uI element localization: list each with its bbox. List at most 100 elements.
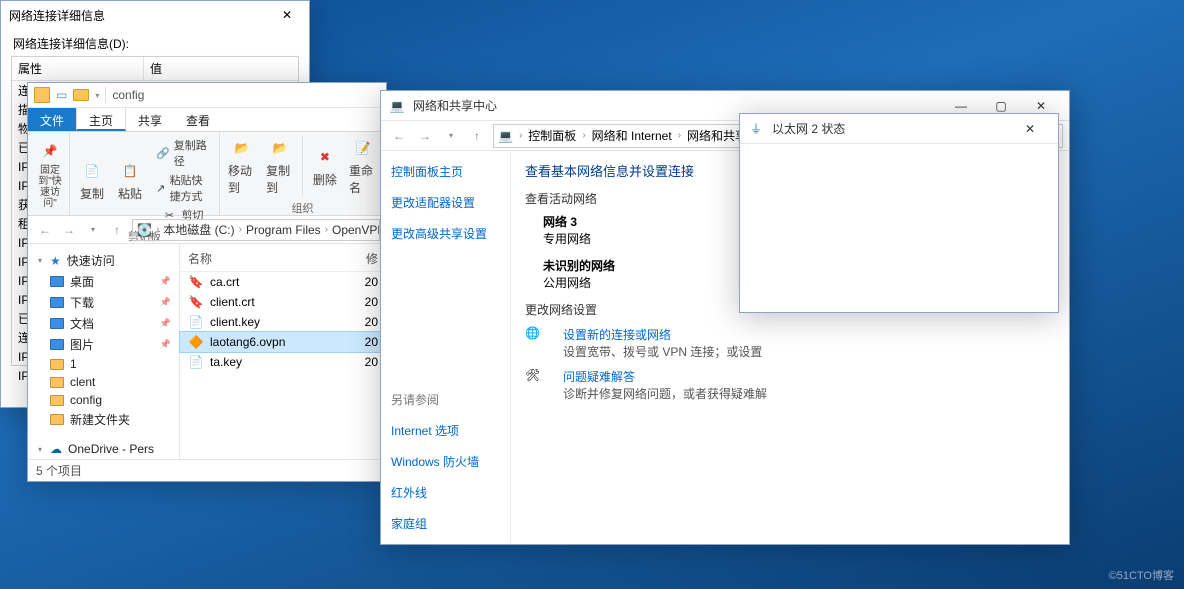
drive-icon: 💽 [137, 223, 152, 237]
task-new-connection[interactable]: 🌐 设置新的连接或网络设置宽带、拨号或 VPN 连接；或设置 [525, 326, 1055, 360]
folder-icon [50, 339, 64, 350]
qat-dropdown[interactable]: ▾ [95, 91, 99, 100]
network-icon: 💻 [389, 98, 405, 114]
folder-icon [50, 297, 64, 308]
folder-icon [50, 395, 64, 406]
breadcrumb[interactable]: 💽 › 本地磁盘 (C:)› Program Files› OpenVPN› c… [132, 219, 380, 241]
details-titlebar: 网络连接详细信息 ✕ [1, 1, 309, 29]
file-icon: 📄 [188, 354, 204, 370]
link-cp-home[interactable]: 控制面板主页 [391, 163, 500, 180]
rename-icon: 📝 [351, 136, 375, 160]
file-row[interactable]: 🔖client.crt20 [180, 292, 386, 312]
watermark: ©51CTO博客 [1109, 567, 1174, 583]
ribbon-tabs: 文件 主页 共享 查看 [28, 108, 386, 132]
nav-onedrive[interactable]: ☁OneDrive - Pers [32, 440, 175, 458]
see-also-label: 另请参阅 [391, 391, 500, 408]
pin-quick-access-button[interactable]: 📌固定到"快 速访问" [32, 134, 68, 213]
paste-icon: 📋 [118, 159, 142, 183]
tab-home[interactable]: 主页 [76, 108, 126, 131]
link-internet-options[interactable]: Internet 选项 [391, 422, 500, 439]
rename-button[interactable]: 📝重命名 [345, 134, 381, 198]
folder-icon [50, 318, 64, 329]
troubleshoot-icon: 🛠 [525, 368, 553, 396]
nav-back-button[interactable]: ← [387, 124, 411, 148]
nav-quick-access[interactable]: ★快速访问 [32, 250, 175, 271]
delete-button[interactable]: ✖删除 [307, 134, 343, 198]
link-homegroup[interactable]: 家庭组 [391, 515, 500, 532]
copyto-button[interactable]: 📂复制到 [262, 134, 298, 198]
copy-path-button[interactable]: 🔗复制路径 [152, 136, 213, 170]
close-button[interactable]: ✕ [1010, 115, 1050, 143]
link-icon: 🔗 [156, 145, 170, 161]
tab-share[interactable]: 共享 [126, 108, 174, 131]
file-icon: 🔖 [188, 274, 204, 290]
pin-icon: 📌 [38, 139, 62, 163]
file-list: 名称修 🔖ca.crt20🔖client.crt20📄client.key20🔶… [180, 244, 386, 459]
folder-icon [34, 87, 50, 103]
status-bar: 5 个项目 [28, 459, 386, 481]
group-organize-label: 组织 [224, 198, 381, 218]
folder-icon [50, 276, 64, 287]
tab-view[interactable]: 查看 [174, 108, 222, 131]
link-adv-sharing[interactable]: 更改高级共享设置 [391, 225, 500, 242]
explorer-window: ▭ ▾ config 文件 主页 共享 查看 📌固定到"快 速访问" 📄复制 📋… [27, 82, 387, 482]
sidebar-item-config[interactable]: config [32, 391, 175, 409]
star-icon: ★ [50, 254, 61, 268]
nav-recent-button[interactable]: ▾ [82, 219, 104, 241]
window-title: config [112, 88, 144, 102]
quick-access-toolbar: ▭ ▾ [56, 88, 99, 102]
link-infrared[interactable]: 红外线 [391, 484, 500, 501]
ethernet-status-window: ⏚ 以太网 2 状态 ✕ [739, 113, 1059, 313]
link-adapter-settings[interactable]: 更改适配器设置 [391, 194, 500, 211]
nav-up-button[interactable]: ↑ [465, 124, 489, 148]
copyto-icon: 📂 [268, 136, 292, 160]
qat-props-icon[interactable]: ▭ [56, 88, 67, 102]
link-firewall[interactable]: Windows 防火墙 [391, 453, 500, 470]
task-troubleshoot[interactable]: 🛠 问题疑难解答诊断并修复网络问题，或者获得疑难解 [525, 368, 1055, 402]
globe-plus-icon: 🌐 [525, 326, 553, 354]
file-icon: 🔖 [188, 294, 204, 310]
nav-back-button[interactable]: ← [34, 219, 56, 241]
file-row[interactable]: 🔖ca.crt20 [180, 272, 386, 292]
delete-icon: ✖ [313, 145, 337, 169]
shortcut-icon: ↗ [156, 180, 166, 196]
nav-recent-button[interactable]: ▾ [439, 124, 463, 148]
sidebar-item-桌面[interactable]: 桌面 [32, 271, 175, 292]
tab-file[interactable]: 文件 [28, 108, 76, 131]
network-icon: 💻 [498, 129, 513, 143]
col-modified[interactable]: 修 [366, 250, 378, 267]
folder-icon [50, 414, 64, 425]
folder-icon [50, 359, 64, 370]
address-bar: ← → ▾ ↑ 💽 › 本地磁盘 (C:)› Program Files› Op… [28, 216, 386, 244]
nav-pane: ★快速访问 桌面下载文档图片1clentconfig新建文件夹 ☁OneDriv… [28, 244, 180, 459]
qat-new-icon[interactable] [73, 89, 89, 101]
sidebar-item-文档[interactable]: 文档 [32, 313, 175, 334]
moveto-icon: 📂 [230, 136, 254, 160]
details-prompt: 网络连接详细信息(D): [1, 29, 309, 54]
nav-fwd-button[interactable]: → [413, 124, 437, 148]
sidebar-item-1[interactable]: 1 [32, 355, 175, 373]
col-name[interactable]: 名称 [188, 250, 366, 267]
sidebar-item-图片[interactable]: 图片 [32, 334, 175, 355]
paste-button[interactable]: 📋粘贴 [112, 134, 148, 226]
paste-shortcut-button[interactable]: ↗粘贴快捷方式 [152, 171, 213, 205]
folder-icon [50, 377, 64, 388]
nav-fwd-button[interactable]: → [58, 219, 80, 241]
file-row[interactable]: 📄ta.key20 [180, 352, 386, 372]
sidebar-item-clent[interactable]: clent [32, 373, 175, 391]
copy-icon: 📄 [80, 159, 104, 183]
col-value[interactable]: 值 [144, 57, 168, 80]
file-row[interactable]: 🔶laotang6.ovpn20 [180, 332, 386, 352]
sidebar-item-新建文件夹[interactable]: 新建文件夹 [32, 409, 175, 430]
close-icon[interactable]: ✕ [273, 4, 301, 26]
moveto-button[interactable]: 📂移动到 [224, 134, 260, 198]
file-icon: 🔶 [188, 334, 204, 350]
copy-button[interactable]: 📄复制 [74, 134, 110, 226]
nav-up-button[interactable]: ↑ [106, 219, 128, 241]
file-row[interactable]: 📄client.key20 [180, 312, 386, 332]
file-icon: 📄 [188, 314, 204, 330]
explorer-titlebar: ▭ ▾ config [28, 83, 386, 108]
adapter-icon: ⏚ [748, 121, 764, 137]
col-property[interactable]: 属性 [12, 57, 144, 80]
sidebar-item-下载[interactable]: 下载 [32, 292, 175, 313]
